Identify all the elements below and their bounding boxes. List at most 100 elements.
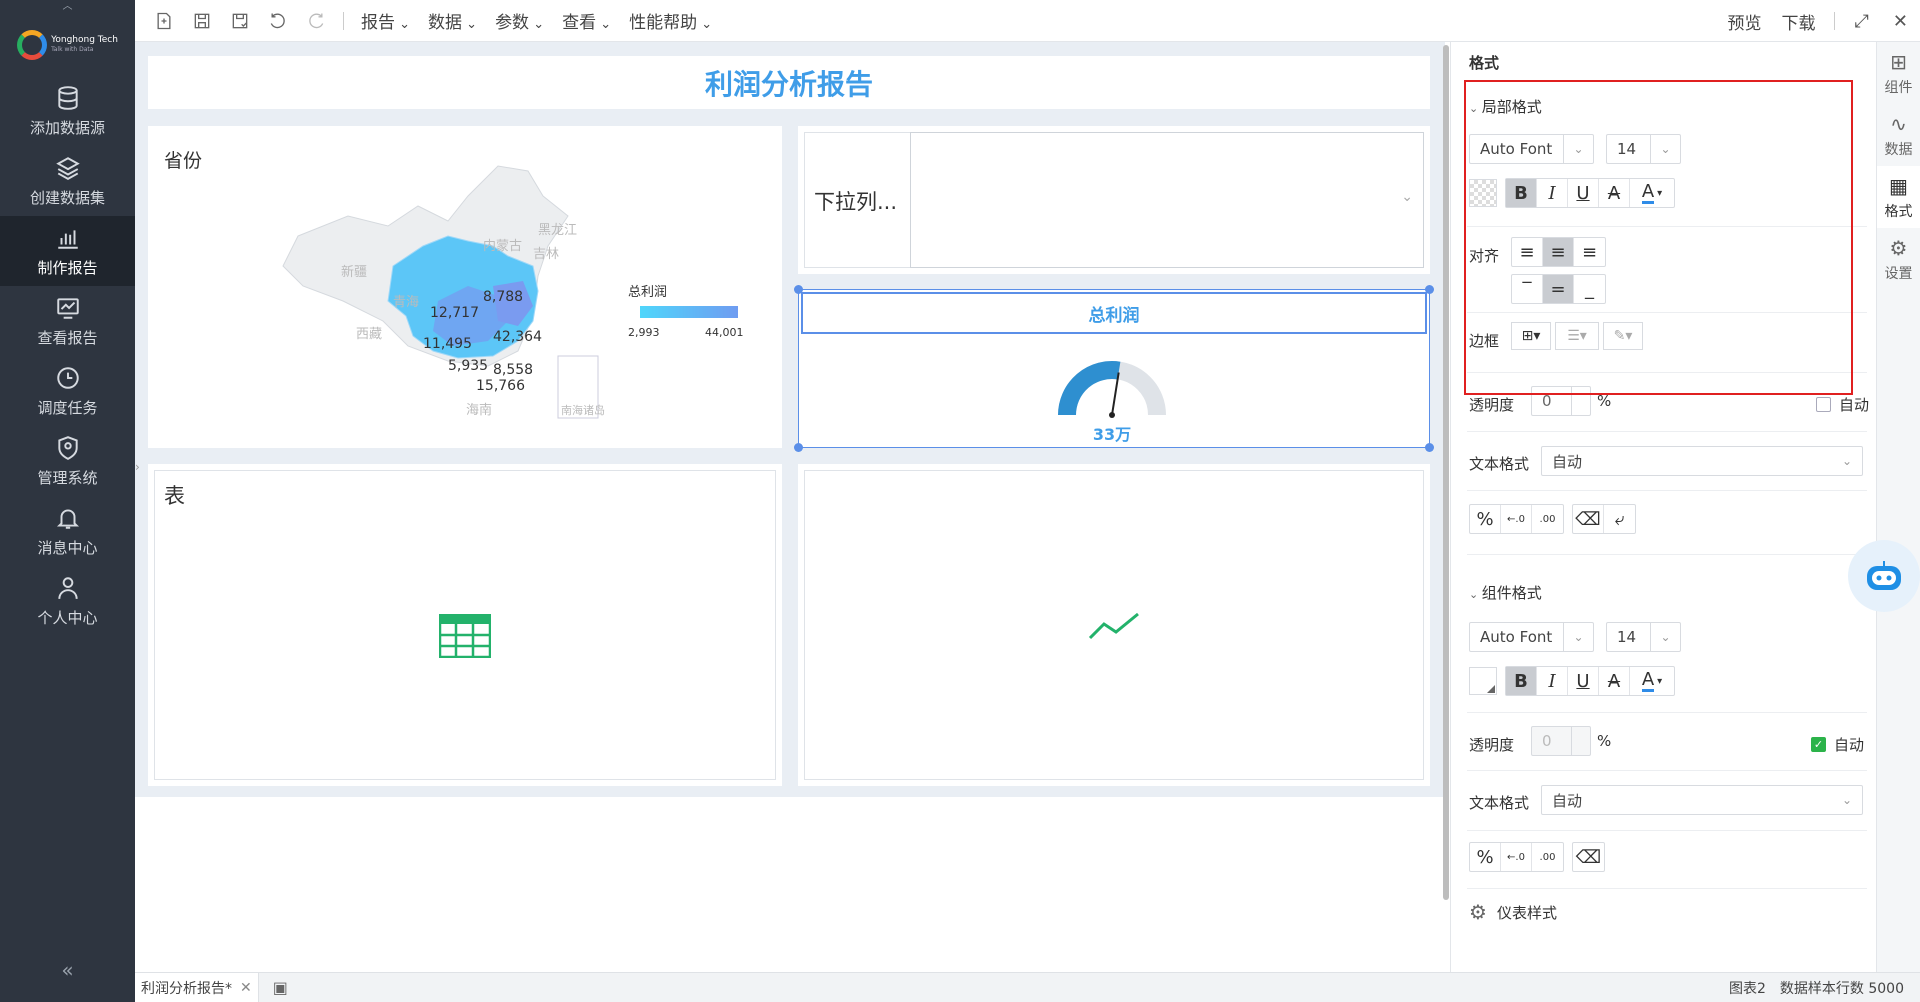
fullscreen-icon[interactable]: ⤢ xyxy=(1855,11,1869,32)
nav-item-add-datasource[interactable]: 添加数据源 xyxy=(0,76,135,146)
component-font-size-select[interactable]: 14 ⌄ xyxy=(1606,622,1681,652)
nav-item-messages[interactable]: 消息中心 xyxy=(0,496,135,566)
component-increase-decimal-icon[interactable]: .00 xyxy=(1532,843,1563,871)
gauge-fill-arc xyxy=(1058,361,1121,416)
component-decrease-decimal-icon[interactable]: ←.0 xyxy=(1501,843,1532,871)
undo-icon[interactable] xyxy=(259,0,297,42)
map-value: 15,766 xyxy=(476,378,525,394)
component-strike-button[interactable]: A xyxy=(1599,667,1630,695)
table-panel[interactable]: 表 xyxy=(148,464,782,786)
component-bold-button[interactable]: B xyxy=(1506,667,1537,695)
tab-label: 设置 xyxy=(1884,265,1913,282)
report-title-panel[interactable]: 利润分析报告 xyxy=(148,56,1430,109)
component-font-color-button[interactable]: A ▾ xyxy=(1630,667,1674,695)
component-opacity-value: 0 xyxy=(1542,732,1552,750)
menu-help[interactable]: 性能帮助 xyxy=(620,8,721,33)
report-tab[interactable]: 利润分析报告* ✕ xyxy=(135,972,259,1002)
auto-checkbox[interactable] xyxy=(1816,397,1831,412)
nav-item-label: 创建数据集 xyxy=(29,188,105,207)
app-window: ︿ Yonghong Tech Talk with Data 添加数据源 创建数据… xyxy=(0,0,1920,1002)
menu-data[interactable]: 数据 xyxy=(419,8,486,33)
left-nav: ︿ Yonghong Tech Talk with Data 添加数据源 创建数据… xyxy=(0,0,135,1002)
resize-handle[interactable] xyxy=(1425,443,1434,452)
logo-tagline: Talk with Data xyxy=(51,46,94,53)
nav-item-admin[interactable]: 管理系统 xyxy=(0,426,135,496)
tab-label: 数据 xyxy=(1884,141,1913,158)
status-component: 图表2 xyxy=(1728,980,1766,997)
gauge-panel[interactable]: 总利润 33万 xyxy=(794,285,1434,452)
redo-icon[interactable] xyxy=(297,0,335,42)
nav-item-view-report[interactable]: 查看报告 xyxy=(0,286,135,356)
component-font-family-select[interactable]: Auto Font ⌄ xyxy=(1469,622,1594,652)
gear-icon: ⚙ xyxy=(1889,235,1908,260)
layers-icon xyxy=(55,156,80,180)
tab-components[interactable]: ⊞ 组件 xyxy=(1877,42,1920,104)
component-format-painter-icon[interactable]: ⌫ xyxy=(1573,843,1604,871)
component-format-header[interactable]: ⌄ 组件格式 xyxy=(1469,582,1542,603)
report-canvas[interactable]: 利润分析报告 省份 黑龙江 吉林 内蒙古 新疆 青海 西藏 海南 南海诸岛 8,… xyxy=(135,42,1449,972)
map-chart-panel[interactable]: 省份 黑龙江 吉林 内蒙古 新疆 青海 西藏 海南 南海诸岛 8,788 12,… xyxy=(148,126,782,448)
menu-params[interactable]: 参数 xyxy=(486,8,553,33)
map-value: 12,717 xyxy=(430,305,479,321)
decrease-decimal-icon[interactable]: ←.0 xyxy=(1501,505,1532,533)
divider xyxy=(1467,888,1867,889)
legend-title: 总利润 xyxy=(628,285,667,300)
new-report-icon[interactable] xyxy=(145,0,183,42)
resize-handle[interactable] xyxy=(794,285,803,294)
auto-label: 自动 xyxy=(1839,396,1870,414)
line-chart-panel[interactable] xyxy=(798,464,1430,786)
nav-item-make-report[interactable]: 制作报告 xyxy=(0,216,135,286)
component-percent-icon[interactable]: % xyxy=(1470,843,1501,871)
format-painter-icon[interactable]: ⌫ xyxy=(1573,505,1604,533)
collapse-nav-icon[interactable]: « xyxy=(0,958,135,982)
tab-format[interactable]: ▦ 格式 xyxy=(1877,166,1920,228)
dropdown-select[interactable]: ⌄ xyxy=(910,132,1424,268)
text-format-label: 文本格式 xyxy=(1469,455,1530,473)
vertical-scrollbar[interactable] xyxy=(1443,45,1449,900)
region-label: 南海诸岛 xyxy=(561,403,605,417)
component-text-format-select[interactable]: 自动 ⌄ xyxy=(1541,785,1863,815)
component-opacity-input[interactable]: 0 xyxy=(1531,726,1591,756)
increase-decimal-icon[interactable]: .00 xyxy=(1532,505,1563,533)
assistant-robot-button[interactable] xyxy=(1848,540,1920,612)
component-underline-button[interactable]: U xyxy=(1568,667,1599,695)
component-italic-button[interactable]: I xyxy=(1537,667,1568,695)
preview-button[interactable]: 预览 xyxy=(1728,9,1762,34)
resize-handle[interactable] xyxy=(1425,285,1434,294)
monitor-icon xyxy=(56,297,79,319)
text-format-select[interactable]: 自动 ⌄ xyxy=(1541,446,1863,476)
region-label: 内蒙古 xyxy=(483,238,522,254)
component-auto-checkbox[interactable]: ✓ xyxy=(1811,737,1826,752)
region-label: 西藏 xyxy=(356,327,382,342)
excel-file-icon[interactable]: ▣ xyxy=(273,978,288,997)
menu-view[interactable]: 查看 xyxy=(553,8,620,33)
divider xyxy=(1467,712,1867,713)
gauge-chart: 33万 xyxy=(1058,361,1166,444)
close-tab-icon[interactable]: ✕ xyxy=(240,980,252,996)
toolbar-divider xyxy=(1833,12,1835,30)
tab-data[interactable]: ∿ 数据 xyxy=(1877,104,1920,166)
china-map: 黑龙江 吉林 内蒙古 新疆 青海 西藏 海南 南海诸岛 8,788 12,717… xyxy=(282,165,744,419)
dropdown-panel[interactable]: 下拉列... ⌄ xyxy=(798,126,1430,274)
component-text-format-label: 文本格式 xyxy=(1469,794,1530,812)
chevron-down-icon: ⌄ xyxy=(1401,189,1413,205)
save-icon[interactable] xyxy=(183,0,221,42)
wrap-text-icon[interactable]: ⤶ xyxy=(1604,505,1635,533)
download-button[interactable]: 下载 xyxy=(1782,9,1816,34)
report-tab-label: 利润分析报告* xyxy=(141,980,232,997)
tab-settings[interactable]: ⚙ 设置 xyxy=(1877,228,1920,290)
component-bg-color-swatch[interactable] xyxy=(1469,667,1497,695)
save-as-icon[interactable] xyxy=(221,0,259,42)
nav-item-create-dataset[interactable]: 创建数据集 xyxy=(0,146,135,216)
close-icon[interactable]: ✕ xyxy=(1893,11,1908,32)
chevron-up-icon[interactable]: ︿ xyxy=(0,0,135,14)
resize-handle[interactable] xyxy=(794,443,803,452)
percent-format-icon[interactable]: % xyxy=(1470,505,1501,533)
nav-item-profile[interactable]: 个人中心 xyxy=(0,566,135,636)
component-opacity-label: 透明度 xyxy=(1469,736,1515,754)
menu-report[interactable]: 报告 xyxy=(352,8,419,33)
region-label: 吉林 xyxy=(533,247,559,262)
expand-panel-handle[interactable]: › xyxy=(135,442,145,492)
nav-item-schedule[interactable]: 调度任务 xyxy=(0,356,135,426)
gauge-style-row[interactable]: ⚙ 仪表样式 xyxy=(1469,900,1557,924)
